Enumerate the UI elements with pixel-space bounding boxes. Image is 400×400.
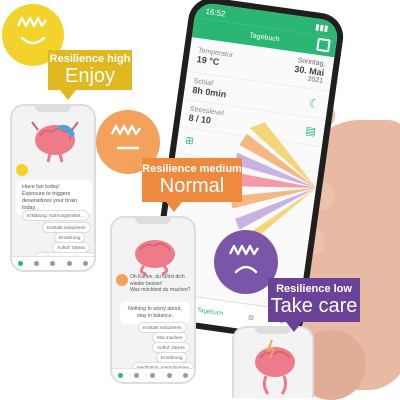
brain-mascot-icon xyxy=(31,121,79,163)
phone-notch xyxy=(135,218,171,224)
phone-resilience-high: Have fun today! Exposure to triggers des… xyxy=(10,104,96,272)
chat-message: Nothing to worry about, stay in balance. xyxy=(120,302,190,324)
signal-icon: ▮▮▮ xyxy=(314,21,330,33)
nav-icon[interactable] xyxy=(150,373,156,378)
nav-chat-icon[interactable] xyxy=(17,261,23,266)
status-time: 16:52 xyxy=(204,6,227,19)
nav-icon[interactable] xyxy=(134,373,140,378)
chat-message: Oh Kaffee, du fühlst dich wieder besser!… xyxy=(130,274,194,294)
resilience-mood: Enjoy xyxy=(64,64,116,87)
resilience-status: Resilience low xyxy=(276,282,352,295)
nav-icon[interactable] xyxy=(166,373,172,378)
calendar-icon[interactable] xyxy=(316,37,331,53)
bottom-nav xyxy=(12,256,94,270)
resilience-low-label: Resilience low Take care xyxy=(268,278,360,322)
phone-resilience-low xyxy=(232,326,314,398)
app-title: Tagebuch xyxy=(248,31,281,43)
brain-mascot-icon xyxy=(255,339,295,395)
nav-icon[interactable] xyxy=(83,261,89,266)
thermometer-icon: ⊞ xyxy=(184,135,195,148)
nav-icon[interactable] xyxy=(183,373,189,378)
brain-mascot-icon xyxy=(135,240,175,276)
message-text: Exposure to triggers desensitizes your b… xyxy=(22,191,78,212)
message-text: Oh Kaffee, du fühlst dich wieder besser! xyxy=(130,274,185,287)
nav-stats-icon[interactable]: ▥ xyxy=(248,314,255,322)
resilience-status: Resilience medium xyxy=(142,162,242,175)
nav-diary-tab[interactable]: Tagebuch xyxy=(197,307,224,317)
message-text: Have fun today! xyxy=(22,184,60,190)
nav-icon[interactable] xyxy=(34,261,40,266)
message-text: Was möchtest du machen? xyxy=(130,287,191,293)
resilience-status: Resilience high xyxy=(49,52,131,65)
option-button[interactable]: Erklärung: Nahrungsmittel... xyxy=(22,210,89,221)
bubble-tail xyxy=(166,202,182,212)
sad-brain-logo-icon xyxy=(228,244,259,274)
nav-icon[interactable] xyxy=(66,261,72,266)
bottom-nav xyxy=(112,368,194,382)
avatar xyxy=(16,164,28,176)
phone-resilience-medium: Oh Kaffee, du fühlst dich wieder besser!… xyxy=(110,216,196,384)
resilience-mood: Normal xyxy=(159,174,225,197)
avatar xyxy=(116,274,128,286)
resilience-medium-label: Resilience medium Normal xyxy=(142,158,242,202)
phone-notch xyxy=(35,106,71,112)
bubble-tail xyxy=(286,322,302,332)
moon-icon: ☾ xyxy=(308,95,321,112)
bubble-tail xyxy=(60,90,76,100)
nav-icon[interactable] xyxy=(50,261,56,266)
resilience-high-label: Resilience high Enjoy xyxy=(48,50,132,90)
nav-chat-icon[interactable] xyxy=(117,373,123,378)
resilience-mood: Take care xyxy=(270,294,358,317)
